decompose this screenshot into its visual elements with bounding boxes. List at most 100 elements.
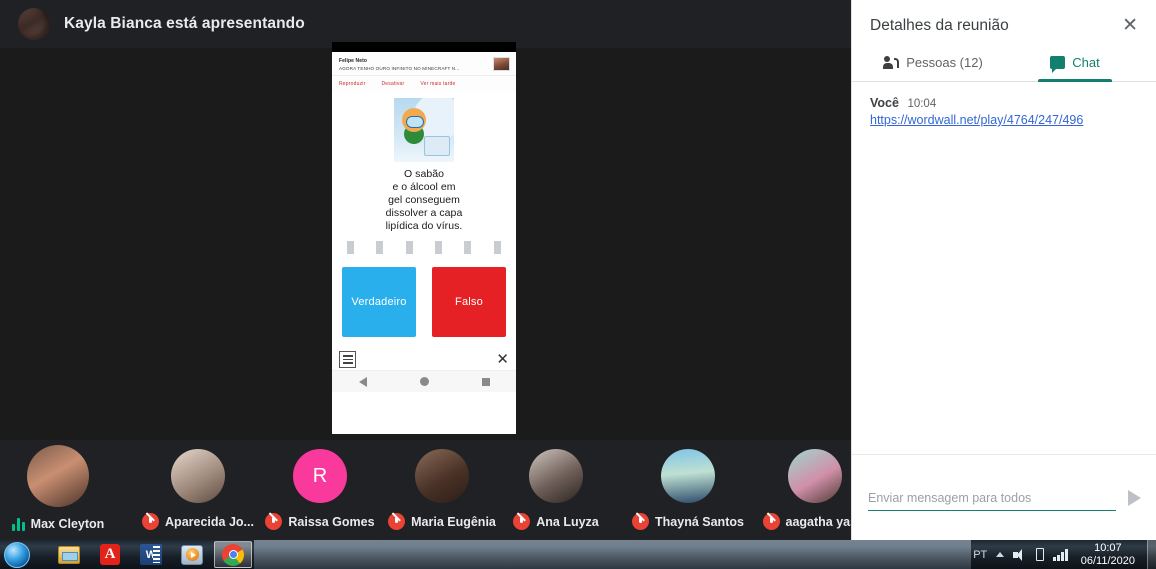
file-explorer-icon xyxy=(58,545,80,564)
taskbar-file-explorer-button[interactable] xyxy=(50,541,88,568)
participant-name: Ana Luyza xyxy=(536,514,599,529)
presenting-label: Kayla Bianca está apresentando xyxy=(64,15,305,32)
mic-muted-icon xyxy=(265,513,283,530)
mic-muted-icon xyxy=(632,513,650,530)
mic-muted-icon xyxy=(388,513,406,530)
chat-input[interactable] xyxy=(868,484,1116,511)
start-button[interactable] xyxy=(4,541,30,568)
progress-marker xyxy=(405,240,413,254)
message-time: 10:04 xyxy=(907,98,937,110)
taskbar-word-button[interactable]: W xyxy=(132,541,170,568)
participant-tile[interactable]: Maria Eugênia xyxy=(372,440,512,540)
avatar-initial: R xyxy=(293,449,347,503)
participant-name: Maria Eugênia xyxy=(411,514,496,529)
phone-status-bar xyxy=(332,42,516,52)
notification-action-disable[interactable]: Desativar xyxy=(381,81,404,87)
presenter-avatar xyxy=(18,8,50,40)
tab-chat-label: Chat xyxy=(1072,55,1100,70)
close-icon[interactable]: ✕ xyxy=(496,352,509,367)
chat-composer xyxy=(852,454,1156,540)
answer-false-button[interactable]: Falso xyxy=(432,267,506,337)
people-icon xyxy=(883,55,900,70)
participant-name: Thayná Santos xyxy=(655,514,744,529)
meeting-stage: Kayla Bianca está apresentando Felipe Ne… xyxy=(0,0,868,540)
taskbar-window-area[interactable] xyxy=(254,540,972,569)
progress-marker xyxy=(376,240,384,254)
youtube-notification[interactable]: Felipe Neto AGORA TENHO OURO INFINITO NO… xyxy=(332,52,516,76)
participant-label: Aparecida Jo... xyxy=(142,513,254,530)
participant-tile[interactable]: R Raissa Gomes xyxy=(250,440,390,540)
notification-actions: Reproduzir Desativar Ver mais tarde xyxy=(332,76,516,92)
taskbar-acrobat-button[interactable]: A xyxy=(91,541,129,568)
participant-label: Max Cleyton xyxy=(11,517,104,531)
notification-thumbnail xyxy=(493,57,510,71)
clock-time: 10:07 xyxy=(1094,541,1122,554)
meeting-details-panel: Detalhes da reunião ✕ Pessoas (12) Chat … xyxy=(851,0,1156,540)
chevron-up-icon[interactable] xyxy=(996,552,1005,557)
windows-media-player-icon xyxy=(181,544,203,565)
avatar xyxy=(171,449,225,503)
mic-muted-icon xyxy=(142,513,160,530)
windows-taskbar: A W PT 10:07 06/11/2020 xyxy=(0,540,1156,569)
clock-date: 06/11/2020 xyxy=(1080,554,1135,567)
panel-header: Detalhes da reunião ✕ xyxy=(852,0,1156,45)
clock[interactable]: 10:07 06/11/2020 xyxy=(1081,542,1135,568)
message-meta: Você 10:04 xyxy=(870,96,1138,110)
panel-title: Detalhes da reunião xyxy=(870,16,1009,34)
shared-phone-screen[interactable]: Felipe Neto AGORA TENHO OURO INFINITO NO… xyxy=(332,42,516,434)
tab-people[interactable]: Pessoas (12) xyxy=(862,45,1004,81)
progress-marker xyxy=(493,240,501,254)
avatar xyxy=(788,449,842,503)
message-link[interactable]: https://wordwall.net/play/4764/247/496 xyxy=(870,113,1138,127)
home-circle-icon[interactable] xyxy=(419,377,429,386)
notification-headline: AGORA TENHO OURO INFINITO NO MINECRAFT N… xyxy=(339,66,460,71)
panel-tabs: Pessoas (12) Chat xyxy=(852,45,1156,82)
chat-message: Você 10:04 https://wordwall.net/play/476… xyxy=(870,96,1138,127)
recents-square-icon[interactable] xyxy=(481,377,490,386)
handwashing-illustration xyxy=(394,98,454,162)
avatar xyxy=(27,445,89,507)
participant-name: Raissa Gomes xyxy=(288,514,375,529)
progress-marker xyxy=(464,240,472,254)
quiz-progress-strip xyxy=(332,237,516,257)
volume-icon[interactable] xyxy=(1013,548,1027,561)
adobe-acrobat-icon: A xyxy=(100,544,120,565)
avatar xyxy=(529,449,583,503)
back-triangle-icon[interactable] xyxy=(358,376,367,387)
avatar-initial-letter: R xyxy=(312,464,328,487)
quiz-answers: Verdadeiro Falso xyxy=(332,257,516,347)
quiz-slide: O sabão e o álcool em gel conseguem dissolv… xyxy=(332,92,516,237)
phone-bottom-bar: ✕ xyxy=(332,347,516,370)
taskbar-media-player-button[interactable] xyxy=(173,541,211,568)
participant-tile[interactable]: Ana Luyza xyxy=(494,440,618,540)
message-author: Você xyxy=(870,96,899,110)
participant-strip: Max Cleyton Aparecida Jo... R Raissa Gom… xyxy=(0,440,868,540)
chat-message-list: Você 10:04 https://wordwall.net/play/476… xyxy=(852,82,1156,452)
language-indicator[interactable]: PT xyxy=(973,549,987,561)
participant-tile[interactable]: Aparecida Jo... xyxy=(128,440,268,540)
participant-label: Ana Luyza xyxy=(513,513,599,530)
sink-shape xyxy=(424,136,450,156)
battery-icon[interactable] xyxy=(1036,548,1045,561)
participant-label: Raissa Gomes xyxy=(265,513,375,530)
close-icon[interactable]: ✕ xyxy=(1122,16,1138,35)
taskbar-chrome-button[interactable] xyxy=(214,541,252,568)
show-desktop-button[interactable] xyxy=(1147,540,1156,569)
meeting-window: Kayla Bianca está apresentando Felipe Ne… xyxy=(0,0,1156,569)
taskbar-app-buttons: A W xyxy=(50,541,252,568)
answer-true-button[interactable]: Verdadeiro xyxy=(342,267,416,337)
progress-marker xyxy=(347,240,355,254)
google-chrome-icon xyxy=(222,543,244,566)
send-icon[interactable] xyxy=(1128,489,1141,506)
notification-action-play[interactable]: Reproduzir xyxy=(339,81,365,87)
tab-people-label: Pessoas (12) xyxy=(906,55,983,70)
participant-tile[interactable]: Max Cleyton xyxy=(10,440,106,540)
audio-level-icon xyxy=(11,517,25,531)
participant-label: Thayná Santos xyxy=(632,513,744,530)
notification-action-later[interactable]: Ver mais tarde xyxy=(420,81,455,87)
tab-chat[interactable]: Chat xyxy=(1004,45,1146,82)
participant-label: Maria Eugênia xyxy=(388,513,496,530)
progress-marker xyxy=(435,240,443,254)
menu-icon[interactable] xyxy=(339,351,356,368)
network-icon[interactable] xyxy=(1053,548,1068,561)
